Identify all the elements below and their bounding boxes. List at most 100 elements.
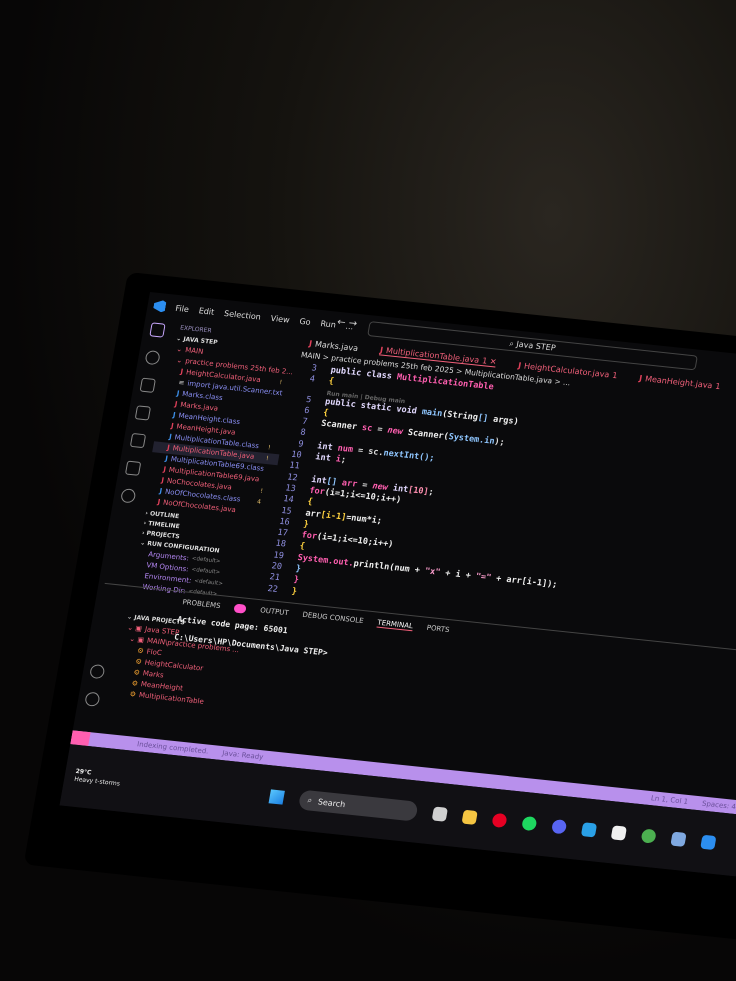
back-button[interactable]: ← bbox=[336, 317, 346, 329]
search-label: Java STEP bbox=[515, 339, 557, 353]
section-label: TIMELINE bbox=[147, 520, 181, 531]
menu-go[interactable]: Go bbox=[299, 316, 312, 326]
code-token: new bbox=[386, 425, 409, 438]
file-java-icon: J bbox=[162, 465, 167, 474]
code-text: } bbox=[291, 586, 298, 598]
code-token: int bbox=[314, 452, 337, 465]
problem-badge: ! bbox=[259, 487, 264, 495]
problem-badge: ! bbox=[278, 379, 283, 387]
code-text: } bbox=[295, 564, 302, 576]
code-token: { bbox=[322, 407, 330, 419]
run-debug-icon[interactable] bbox=[134, 405, 152, 421]
menu-file[interactable]: File bbox=[175, 303, 190, 313]
code-token: new bbox=[371, 481, 394, 494]
status-java[interactable]: Java: Ready bbox=[222, 749, 264, 761]
code-text: } bbox=[302, 519, 310, 531]
file-java-icon: J bbox=[179, 367, 184, 376]
file-class-icon: J bbox=[164, 454, 169, 463]
app-icon[interactable] bbox=[580, 822, 598, 838]
file-txt-icon: ≡ bbox=[177, 378, 186, 388]
settings-icon[interactable] bbox=[670, 831, 687, 847]
code-text: { bbox=[299, 542, 306, 554]
menu-view[interactable]: View bbox=[270, 313, 290, 324]
vscode-window: File Edit Selection View Go Run ... ← → … bbox=[59, 292, 736, 877]
code-token: ); bbox=[493, 437, 506, 449]
code-token: { bbox=[298, 541, 306, 552]
problems-count-badge bbox=[233, 603, 247, 614]
code-token: args) bbox=[487, 413, 520, 427]
code-token: } bbox=[294, 563, 302, 575]
menu-selection[interactable]: Selection bbox=[223, 308, 261, 321]
explorer-icon[interactable] bbox=[149, 322, 166, 338]
vscode-logo-icon bbox=[153, 300, 167, 313]
file-class-icon: J bbox=[172, 411, 177, 420]
file-explorer-icon[interactable] bbox=[461, 809, 478, 825]
file-class-icon: J bbox=[176, 389, 180, 398]
code-token: [10] bbox=[407, 484, 430, 497]
code-token: [i-1] bbox=[319, 509, 348, 523]
code-token: } bbox=[290, 586, 298, 597]
nav-buttons: ← → bbox=[336, 317, 358, 330]
code-token: num + bbox=[393, 562, 426, 576]
discord-icon[interactable] bbox=[550, 819, 568, 835]
file-java-icon: J bbox=[174, 400, 179, 409]
file-class-icon: J bbox=[158, 487, 163, 496]
line-number: 22 bbox=[266, 583, 279, 595]
editor-area: JMarks.java JMultiplicationTable.java1 ✕ J… bbox=[78, 334, 736, 802]
java-file-icon: J bbox=[308, 338, 313, 348]
java-file-icon: J bbox=[517, 360, 522, 370]
line-number: 4 bbox=[308, 374, 316, 385]
menu-edit[interactable]: Edit bbox=[198, 306, 215, 317]
menu-run[interactable]: Run bbox=[320, 319, 337, 329]
forward-button[interactable]: → bbox=[348, 318, 358, 330]
java-file-icon: J bbox=[638, 373, 644, 383]
file-java-icon: J bbox=[170, 421, 175, 431]
windows-start-icon[interactable] bbox=[268, 789, 285, 805]
search-icon[interactable] bbox=[144, 349, 161, 366]
spotify-icon[interactable] bbox=[521, 815, 538, 832]
problem-badge: ! bbox=[265, 455, 270, 463]
weather-widget[interactable]: 29°C Heavy t-storms bbox=[73, 768, 185, 795]
file-java-icon: J bbox=[156, 497, 161, 507]
file-java-icon: J bbox=[160, 476, 165, 485]
remote-icon[interactable] bbox=[120, 488, 137, 504]
extensions-icon[interactable] bbox=[129, 432, 147, 449]
vscode-icon[interactable] bbox=[700, 834, 717, 851]
file-java-icon: J bbox=[166, 443, 171, 452]
code-text: } bbox=[293, 575, 300, 587]
tab-badge: 1 bbox=[714, 381, 722, 391]
code-text: { bbox=[322, 408, 329, 420]
code-token: ; bbox=[427, 486, 435, 498]
task-view-icon[interactable] bbox=[431, 806, 448, 822]
code-token: (); bbox=[418, 451, 436, 464]
testing-icon[interactable] bbox=[124, 460, 142, 476]
code-token: int bbox=[316, 441, 339, 454]
code-token: } bbox=[302, 519, 310, 530]
java-file-icon: J bbox=[379, 345, 384, 355]
tab-label: Marks.java bbox=[314, 339, 359, 353]
code-token: main bbox=[421, 406, 444, 419]
code-token: { bbox=[327, 376, 335, 387]
section-label: PROJECTS bbox=[145, 530, 181, 541]
code-token: ; bbox=[339, 455, 347, 466]
chrome-icon[interactable] bbox=[640, 828, 657, 844]
close-tab-icon[interactable]: ✕ bbox=[486, 357, 497, 367]
code-token: { bbox=[306, 496, 314, 508]
tab-badge: 1 bbox=[611, 370, 619, 380]
microsoft-store-icon[interactable] bbox=[610, 825, 628, 841]
editor-tab[interactable]: JMarks.java bbox=[308, 338, 358, 352]
section-label: OUTLINE bbox=[149, 510, 180, 521]
code-text: { bbox=[306, 496, 314, 509]
problem-badge: 4 bbox=[256, 498, 262, 506]
status-spaces[interactable]: Spaces: 4 bbox=[701, 800, 736, 811]
status-line-col[interactable]: Ln 1, Col 1 bbox=[650, 794, 688, 806]
taskbar-search[interactable]: ⌕ Search bbox=[297, 789, 419, 822]
pinterest-icon[interactable] bbox=[491, 812, 508, 829]
code-token: } bbox=[292, 575, 300, 586]
search-icon: ⌕ bbox=[306, 795, 313, 805]
code-text: { bbox=[328, 377, 335, 389]
source-control-icon[interactable] bbox=[139, 377, 156, 393]
file-class-icon: J bbox=[168, 432, 173, 442]
